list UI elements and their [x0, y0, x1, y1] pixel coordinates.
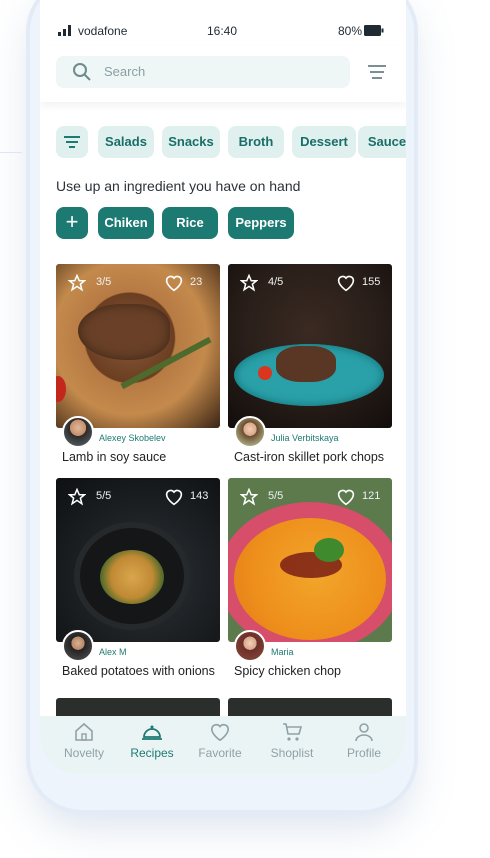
- author-name[interactable]: Julia Verbitskaya: [271, 433, 339, 443]
- likes-count: 143: [190, 490, 209, 502]
- category-chip[interactable]: Snacks: [162, 126, 220, 158]
- filter-icon: [64, 136, 80, 148]
- avatar[interactable]: [62, 416, 94, 448]
- likes-count: 23: [190, 276, 203, 288]
- divider: [0, 152, 22, 153]
- recipe-card-partial[interactable]: [56, 698, 220, 716]
- plus-icon: +: [65, 209, 79, 234]
- recipe-title[interactable]: Baked potatoes with onions: [62, 664, 215, 678]
- ingredients-heading: Use up an ingredient you have on hand: [56, 178, 301, 194]
- recipe-title[interactable]: Cast-iron skillet pork chops: [234, 450, 384, 464]
- filter-button[interactable]: [56, 126, 88, 158]
- nav-recipes[interactable]: Recipes: [122, 722, 182, 760]
- ingredient-chip[interactable]: Peppers: [228, 207, 294, 239]
- search-input[interactable]: Search: [56, 56, 350, 88]
- recipe-title[interactable]: Spicy chicken chop: [234, 664, 341, 678]
- heart-icon[interactable]: [336, 488, 356, 506]
- rating-text: 5/5: [268, 490, 284, 502]
- author-name[interactable]: Alexey Skobelev: [99, 433, 166, 443]
- category-chip[interactable]: Broth: [228, 126, 284, 158]
- nav-label: Novelty: [63, 746, 104, 760]
- avatar[interactable]: [234, 630, 266, 662]
- rating-text: 3/5: [96, 276, 112, 288]
- heart-icon[interactable]: [336, 274, 356, 292]
- status-bar: vodafone 16:40 80%: [40, 18, 406, 44]
- cart-icon: [283, 723, 303, 741]
- signal-icon: [58, 25, 71, 36]
- recipe-card[interactable]: 5/5 143 Alex M Baked potatoes with onion…: [56, 478, 220, 684]
- battery-percent: 80%: [337, 24, 362, 38]
- cloche-icon: [142, 725, 162, 740]
- search-header: Search: [40, 46, 406, 102]
- likes-count: 121: [362, 490, 381, 502]
- nav-favorite[interactable]: Favorite: [190, 722, 250, 760]
- search-icon: [73, 63, 91, 81]
- author-name[interactable]: Maria: [271, 647, 294, 657]
- recipe-title[interactable]: Lamb in soy sauce: [62, 450, 166, 464]
- recipe-card[interactable]: 5/5 121 Maria Spicy chicken chop: [228, 478, 392, 684]
- rating-text: 4/5: [268, 276, 284, 288]
- likes-count: 155: [362, 276, 381, 288]
- category-chip[interactable]: Dessert: [292, 126, 356, 158]
- category-chips: Salads Snacks Broth Dessert Sauce: [56, 126, 406, 160]
- home-icon: [75, 722, 93, 741]
- heart-icon[interactable]: [164, 274, 184, 292]
- nav-label: Profile: [346, 746, 381, 760]
- app-screen: vodafone 16:40 80% Search Salads Snacks …: [40, 0, 406, 774]
- user-icon: [355, 723, 373, 742]
- avatar[interactable]: [62, 630, 94, 662]
- nav-novelty[interactable]: Novelty: [54, 722, 114, 760]
- rating-text: 5/5: [96, 490, 112, 502]
- sort-icon[interactable]: [366, 64, 388, 80]
- clock: 16:40: [207, 24, 238, 38]
- search-placeholder: Search: [104, 64, 146, 79]
- carrier-name: vodafone: [78, 24, 128, 38]
- recipe-card[interactable]: 4/5 155 Julia Verbitskaya Cast-iron skil…: [228, 264, 392, 470]
- ingredient-chip[interactable]: Chiken: [98, 207, 154, 239]
- nav-profile[interactable]: Profile: [334, 722, 394, 760]
- nav-label: Recipes: [130, 746, 174, 760]
- star-icon[interactable]: [240, 488, 258, 506]
- add-ingredient-button[interactable]: +: [56, 207, 88, 239]
- avatar[interactable]: [234, 416, 266, 448]
- star-icon[interactable]: [68, 488, 86, 506]
- nav-label: Favorite: [198, 746, 242, 760]
- bottom-nav: Novelty Recipes Favorite Shoplist Profil…: [40, 716, 406, 774]
- recipe-card[interactable]: 3/5 23 Alexey Skobelev Lamb in soy sauce: [56, 264, 220, 470]
- heart-icon: [210, 723, 230, 742]
- nav-shoplist[interactable]: Shoplist: [262, 722, 322, 760]
- heart-icon[interactable]: [164, 488, 184, 506]
- nav-label: Shoplist: [270, 746, 314, 760]
- battery-icon: [364, 25, 384, 36]
- ingredient-chip[interactable]: Rice: [162, 207, 218, 239]
- recipe-card-partial[interactable]: [228, 698, 392, 716]
- star-icon[interactable]: [68, 274, 86, 292]
- author-name[interactable]: Alex M: [99, 647, 127, 657]
- star-icon[interactable]: [240, 274, 258, 292]
- category-chip[interactable]: Sauce: [358, 126, 406, 158]
- category-chip[interactable]: Salads: [98, 126, 154, 158]
